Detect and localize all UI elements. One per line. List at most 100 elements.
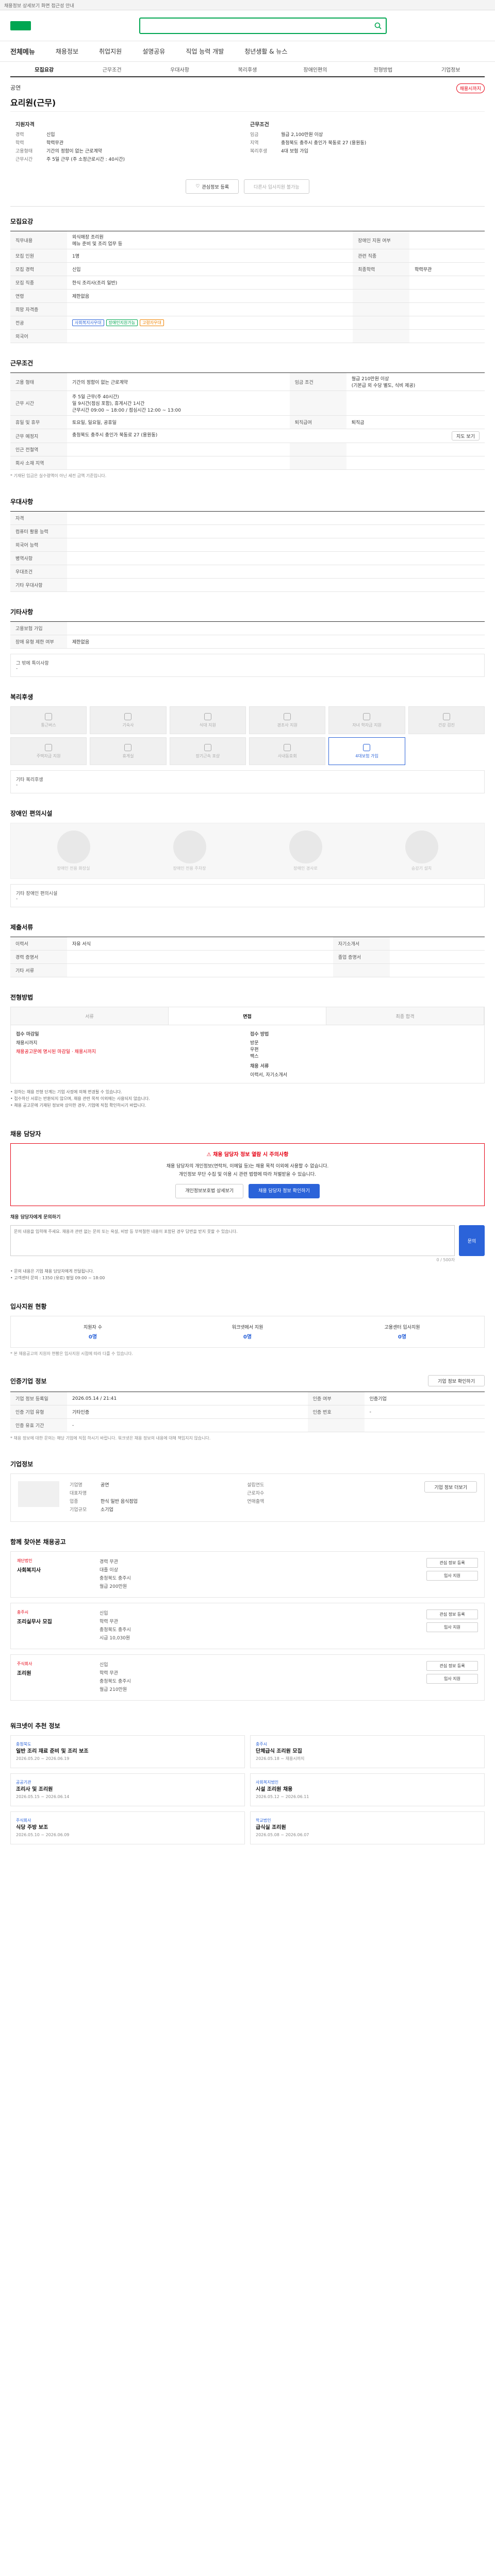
nav-jobs[interactable]: 채용정보	[56, 47, 78, 56]
tab-company[interactable]: 기업정보	[417, 65, 485, 73]
apply-title: 전형방법	[10, 994, 34, 1001]
recruit-chip: 사회복지사우대	[72, 319, 104, 326]
disability-etc-box: 기타 장애인 편의시설 -	[10, 884, 485, 907]
prefer-section: 우대사항 자격 컴퓨터 활용 능력 외국어 능력 병역사항 우대조건 기타 우대사항	[10, 487, 485, 597]
inquiry-submit-button[interactable]: 문의	[459, 1225, 485, 1256]
work-value: 주 5일 근무(주 40시간) 일 9시간(점심 포함), 휴게시간 1시간 근…	[67, 391, 290, 416]
similar-job-card[interactable]: 재단법인 사회복지사 경력 무관 대졸 이상 충청북도 충주시 월급 200만원 관심 정보…	[10, 1551, 485, 1598]
summary-value: 기간의 정함이 없는 근로계약	[46, 149, 102, 154]
work-value	[67, 456, 290, 470]
company-more-button[interactable]: 기업 정보 더보기	[424, 1481, 477, 1493]
status-label: 지원자 수	[84, 1325, 102, 1330]
work-key: 근무 시간	[10, 391, 67, 416]
site-logo[interactable]	[10, 21, 31, 30]
welfare-item: 사내동호회	[249, 737, 326, 765]
tab-apply[interactable]: 전형방법	[349, 65, 417, 73]
similar-bookmark-button[interactable]: 관심 정보 등록	[426, 1609, 478, 1619]
contact-section: 채용 담당자 ⚠ 채용 담당자 정보 열람 시 주의사항 채용 담당자의 개인정…	[10, 1119, 485, 1292]
similar-job-company[interactable]: 재단법인	[17, 1558, 94, 1564]
view-contact-button[interactable]: 채용 담당자 정보 확인하기	[249, 1184, 320, 1198]
similar-job-card[interactable]: 주식회사 조리원 신입 학력 무관 충청북도 충주시 월급 210만원 관심 정보 등록 입사…	[10, 1654, 485, 1701]
method-visit: 방문	[250, 1041, 259, 1046]
similar-job-pay: 월급 210만원	[100, 1687, 127, 1692]
disability-title: 장애인 편의시설	[10, 810, 53, 817]
recruit-row: 외국어	[10, 329, 485, 343]
similar-apply-button[interactable]: 입사 지원	[426, 1571, 478, 1581]
bookmark-button[interactable]: ♡ 관심정보 등록	[186, 179, 239, 194]
similar-apply-button[interactable]: 입사 지원	[426, 1622, 478, 1632]
company-key: 업종	[70, 1499, 78, 1504]
disability-label: 장애인 전용 주차장	[173, 866, 206, 871]
status-count: 0명	[88, 1334, 97, 1340]
nav-share[interactable]: 설명공유	[142, 47, 165, 56]
similar-job-company[interactable]: 주식회사	[17, 1661, 94, 1667]
similar-bookmark-button[interactable]: 관심 정보 등록	[426, 1661, 478, 1671]
cert-value: 2026.05.14 / 21:41	[67, 1392, 308, 1405]
similar-job-meta: 신입 학력 무관 충청북도 충주시 시급 10,030원	[100, 1609, 416, 1642]
similar-apply-button[interactable]: 입사 지원	[426, 1674, 478, 1684]
deadline-note: 채용공고문에 명시된 마감일 · 채용시까지	[16, 1049, 96, 1055]
nav-all-menu[interactable]: 전체메뉴	[10, 46, 35, 56]
recommend-card[interactable]: 사회복지법인 시설 조리원 채용 2026.05.12 ~ 2026.06.11	[250, 1773, 485, 1806]
nav-support[interactable]: 취업지원	[99, 47, 122, 56]
work-value-right	[346, 391, 485, 416]
docs-key: 경력 증명서	[10, 950, 67, 964]
prefer-value	[67, 511, 485, 525]
disability-item: 승강기 설치	[366, 831, 477, 871]
similar-job-title[interactable]: 조리실무사 모집	[17, 1617, 94, 1625]
recruit-chip: 고령자우대	[140, 319, 164, 326]
similar-job-company[interactable]: 충주시	[17, 1609, 94, 1615]
search-icon[interactable]	[374, 22, 382, 29]
recommend-card[interactable]: 주식회사 식당 주방 보조 2026.05.10 ~ 2026.06.09	[10, 1811, 245, 1844]
prefer-row: 병역사항	[10, 551, 485, 565]
welfare-title: 복리후생	[10, 693, 34, 701]
work-key: 휴일 및 휴무	[10, 415, 67, 429]
nav-youth[interactable]: 청년생활 & 뉴스	[244, 47, 287, 56]
similar-job-meta-item: 학력 무관	[100, 1671, 118, 1676]
docs-key-right: 졸업 증명서	[333, 950, 390, 964]
work-row: 인근 전철역	[10, 443, 485, 456]
tab-welfare[interactable]: 복리후생	[213, 65, 281, 73]
inquiry-textarea[interactable]	[10, 1225, 455, 1256]
similar-job-card[interactable]: 충주시조리실무사 모집 신입 학력 무관 충청북도 충주시 시급 10,030원 관심 정…	[10, 1603, 485, 1649]
cert-info-button[interactable]: 기업 정보 확인하기	[428, 1375, 485, 1386]
summary-key: 근무시간	[15, 157, 33, 162]
similar-job-title[interactable]: 조리원	[17, 1669, 94, 1676]
cert-value: 기타인증	[67, 1405, 308, 1419]
similar-bookmark-button[interactable]: 관심 정보 등록	[426, 1558, 478, 1568]
recruit-row: 모집 인원 1명 관련 직종	[10, 249, 485, 263]
disability-icon	[405, 831, 438, 863]
prefer-key: 컴퓨터 활용 능력	[10, 524, 67, 538]
tab-work[interactable]: 근무조건	[78, 65, 145, 73]
map-button[interactable]: 지도 보기	[452, 431, 480, 440]
recommend-card[interactable]: 충청북도 일반 조리 재료 준비 및 조리 보조 2026.05.20 ~ 2026…	[10, 1735, 245, 1768]
tab-prefer[interactable]: 우대사항	[146, 65, 213, 73]
privacy-law-button[interactable]: 개인정보보호법 상세보기	[175, 1184, 244, 1198]
tab-disability[interactable]: 장애인편의	[282, 65, 349, 73]
search-input[interactable]	[139, 17, 387, 34]
recommend-card[interactable]: 충주시 단체급식 조리원 모집 2026.05.18 ~ 채용시까지	[250, 1735, 485, 1768]
company-key: 연매출액	[247, 1499, 265, 1504]
welfare-label: 휴게실	[122, 753, 134, 758]
status-count: 0명	[243, 1334, 252, 1340]
similar-job-title[interactable]: 사회복지사	[17, 1566, 94, 1573]
recruit-row: 연령 제한없음	[10, 289, 485, 303]
summary-value: 충청북도 충주시 충인가 북동로 27 (용원동)	[281, 141, 367, 146]
apply-disabled-button[interactable]: 다른사 입사지원 불가능	[244, 179, 309, 194]
company-name[interactable]: 공연	[10, 83, 56, 92]
company-value: 소기업	[101, 1507, 113, 1513]
nav-training[interactable]: 직업 능력 개발	[186, 47, 224, 56]
welfare-etc-label: 기타 복리후생	[16, 777, 43, 783]
deadline-badge: 채용시까지	[456, 83, 485, 93]
documents-title: 제출서류	[10, 924, 34, 931]
cert-key: 인증 기업 유형	[10, 1405, 67, 1419]
recommend-card[interactable]: 공공기관 조리사 및 조리원 2026.05.15 ~ 2026.06.14	[10, 1773, 245, 1806]
etc-row: 고용보험 가입	[10, 621, 485, 635]
tab-recruit[interactable]: 모집요강	[10, 65, 78, 73]
summary-row: 학력 학력무관	[15, 139, 245, 147]
work-row: 회사 소재 지역	[10, 456, 485, 470]
recommend-card[interactable]: 학교법인 급식실 조리원 2026.05.08 ~ 2026.06.07	[250, 1811, 485, 1844]
etc-key: 고용보험 가입	[10, 621, 67, 635]
prefer-row: 자격	[10, 511, 485, 525]
similar-job-meta-item: 학력 무관	[100, 1619, 118, 1624]
